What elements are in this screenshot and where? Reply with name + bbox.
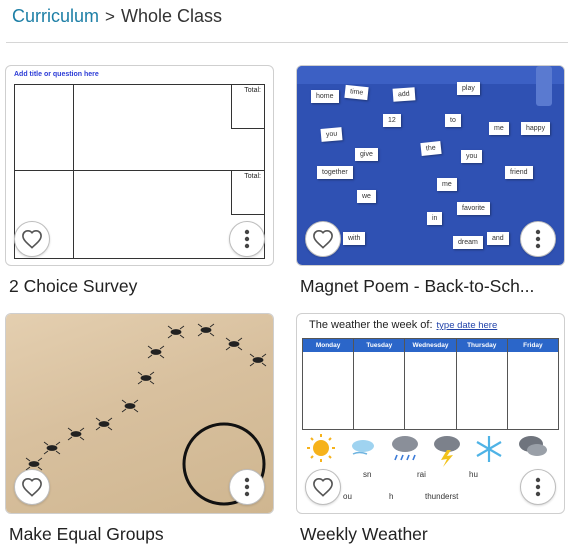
heart-icon xyxy=(22,229,42,249)
date-placeholder: type date here xyxy=(436,320,498,331)
card-thumbnail[interactable]: Add title or question here Total: Total: xyxy=(5,65,274,266)
header-divider xyxy=(6,42,568,43)
vertical-dots-icon xyxy=(535,229,541,249)
total-box: Total: xyxy=(231,171,264,215)
rain-cloud-icon xyxy=(392,436,418,461)
card-title[interactable]: Make Equal Groups xyxy=(9,524,271,545)
storm-cloud-icon xyxy=(434,436,460,467)
weather-word: ou xyxy=(343,492,352,501)
weather-word: hu xyxy=(469,470,478,479)
vertical-dots-icon xyxy=(244,477,250,497)
total-box: Total: xyxy=(231,85,264,129)
word-magnet: happy xyxy=(521,122,551,135)
card-thumbnail[interactable]: The weather the week of: type date here M… xyxy=(296,313,565,514)
word-magnet: dream xyxy=(453,236,483,249)
card-thumbnail[interactable]: home time add play 12 to me happy you gi… xyxy=(296,65,565,266)
heart-icon xyxy=(313,229,333,249)
word-magnet: you xyxy=(320,127,343,142)
heart-icon xyxy=(313,477,333,497)
word-magnet: to xyxy=(445,114,461,127)
weekday-column: Wednesday xyxy=(405,339,457,429)
card-title[interactable]: Weekly Weather xyxy=(300,524,562,545)
sun-icon xyxy=(307,434,335,462)
word-magnet: add xyxy=(392,87,416,102)
favorite-button[interactable] xyxy=(305,469,341,505)
grid-line xyxy=(73,85,74,258)
heart-icon xyxy=(22,477,42,497)
cloud-icon xyxy=(519,436,547,456)
more-options-button[interactable] xyxy=(520,469,556,505)
magnet-board-rail xyxy=(297,66,564,84)
weekday-column: Monday xyxy=(303,339,355,429)
weekday-header: Tuesday xyxy=(354,339,405,352)
grid-line xyxy=(15,170,264,171)
card-title[interactable]: 2 Choice Survey xyxy=(9,276,271,297)
breadcrumb-current: Whole Class xyxy=(120,6,222,26)
weekday-column: Thursday xyxy=(456,339,508,429)
card-title[interactable]: Magnet Poem - Back-to-Sch... xyxy=(300,276,562,297)
weather-word: sn xyxy=(363,470,372,479)
weather-word: rai xyxy=(417,470,426,479)
more-options-button[interactable] xyxy=(229,221,265,257)
more-options-button[interactable] xyxy=(229,469,265,505)
word-magnet: home xyxy=(311,90,339,103)
card-thumbnail[interactable] xyxy=(5,313,274,514)
vertical-dots-icon xyxy=(535,477,541,497)
weekday-column: Friday xyxy=(507,339,559,429)
word-magnet: you xyxy=(461,150,483,163)
word-magnet: friend xyxy=(505,166,533,179)
favorite-button[interactable] xyxy=(305,221,341,257)
word-magnet: and xyxy=(487,232,509,245)
snowflake-icon xyxy=(476,436,502,462)
word-magnet: play xyxy=(457,82,480,95)
word-magnet: me xyxy=(489,122,509,135)
magnet-board-post xyxy=(536,66,552,106)
word-magnet: in xyxy=(427,212,443,225)
weather-heading-text: The weather the week of: xyxy=(309,319,433,331)
breadcrumb: Curriculum > Whole Class xyxy=(12,6,222,27)
survey-title-placeholder: Add title or question here xyxy=(14,71,99,78)
weekday-header: Thursday xyxy=(456,339,507,352)
word-magnet: the xyxy=(420,141,442,156)
windy-icon xyxy=(352,440,374,455)
word-magnet: me xyxy=(437,178,457,191)
weather-heading: The weather the week of: type date here xyxy=(309,319,497,331)
word-magnet: favorite xyxy=(457,202,490,215)
word-magnet: time xyxy=(344,84,369,101)
weekday-header: Monday xyxy=(303,339,354,352)
survey-grid: Total: Total: xyxy=(14,84,265,259)
weather-word: thunderst xyxy=(425,492,459,501)
favorite-button[interactable] xyxy=(14,469,50,505)
word-magnet: give xyxy=(355,148,378,161)
weekday-header: Friday xyxy=(507,339,559,352)
word-magnet: with xyxy=(343,232,366,245)
breadcrumb-separator: > xyxy=(105,6,115,26)
weather-table: Monday Tuesday Wednesday Thursday Friday xyxy=(302,338,559,430)
more-options-button[interactable] xyxy=(520,221,556,257)
word-magnet: we xyxy=(357,190,376,203)
vertical-dots-icon xyxy=(244,229,250,249)
favorite-button[interactable] xyxy=(14,221,50,257)
weekday-column: Tuesday xyxy=(354,339,406,429)
word-magnet: together xyxy=(317,166,353,179)
weather-word: h xyxy=(389,492,394,501)
word-magnet: 12 xyxy=(383,114,401,127)
breadcrumb-curriculum-link[interactable]: Curriculum xyxy=(12,6,99,27)
weekday-header: Wednesday xyxy=(405,339,456,352)
weather-icons-row xyxy=(307,434,547,467)
